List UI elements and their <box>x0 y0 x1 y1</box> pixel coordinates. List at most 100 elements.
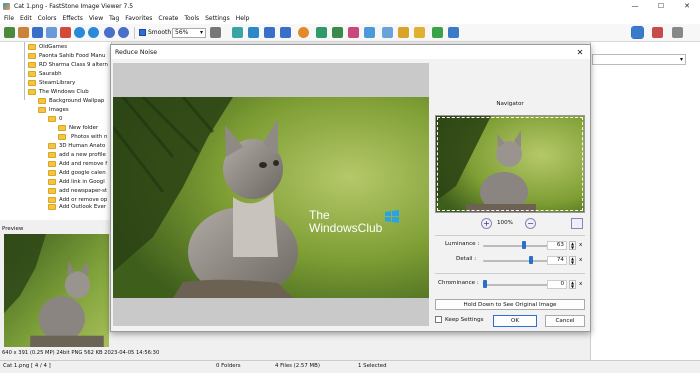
luminance-reset[interactable]: x <box>579 242 582 248</box>
menu-tag[interactable]: Tag <box>109 15 119 22</box>
cancel-button[interactable]: Cancel <box>545 315 585 327</box>
save-icon[interactable] <box>32 27 43 38</box>
close-icon[interactable]: ✕ <box>674 0 700 12</box>
navigator-thumbnail[interactable] <box>435 115 585 213</box>
detail-reset[interactable]: x <box>579 257 582 263</box>
tree-item-new-folder[interactable]: New folder <box>58 123 98 132</box>
preview-info: 640 x 391 (0.25 MP) 24bit PNG 562 KB 202… <box>0 348 200 358</box>
scanner-icon[interactable] <box>432 27 443 38</box>
minimize-icon[interactable]: — <box>622 0 648 12</box>
hand-tool-icon[interactable] <box>210 27 221 38</box>
folder-icon <box>48 160 56 167</box>
browse-icon[interactable] <box>18 27 29 38</box>
wallpaper-icon[interactable] <box>414 27 425 38</box>
zoom-in-icon[interactable] <box>104 27 115 38</box>
slideshow-icon[interactable] <box>398 27 409 38</box>
forward-icon[interactable] <box>88 27 99 38</box>
tree-item-zero[interactable]: 0 <box>48 114 62 123</box>
tree-item-add-link[interactable]: Add link in Googl <box>48 177 105 186</box>
tree-item-outlook[interactable]: Add Outlook Ever <box>48 204 106 210</box>
layout-icon[interactable] <box>631 26 644 39</box>
tree-item-paonta[interactable]: Paonta Sahib Food Manu <box>28 51 105 60</box>
rotate-right-icon[interactable] <box>280 27 291 38</box>
hold-original-button[interactable]: Hold Down to See Original Image <box>435 299 585 310</box>
email-icon[interactable] <box>364 27 375 38</box>
delete-icon[interactable] <box>60 27 71 38</box>
menu-effects[interactable]: Effects <box>62 15 82 22</box>
menu-view[interactable]: View <box>89 15 103 22</box>
smooth-checkbox[interactable] <box>139 29 146 36</box>
menu-edit[interactable]: Edit <box>20 15 32 22</box>
compare-icon[interactable] <box>382 27 393 38</box>
ok-button[interactable]: OK <box>493 315 537 327</box>
effects-icon[interactable] <box>298 27 309 38</box>
chrominance-spinner[interactable]: ▲ ▼ <box>569 280 576 289</box>
folder-icon <box>28 88 36 95</box>
detail-spinner[interactable]: ▲ ▼ <box>569 256 576 265</box>
thumbnail-view-icon[interactable] <box>652 27 663 38</box>
chevron-down-icon: ▾ <box>199 29 203 36</box>
tree-item-windows-club[interactable]: The Windows Club <box>28 87 89 96</box>
batch-icon[interactable] <box>448 27 459 38</box>
tree-item-label: Images <box>49 106 69 113</box>
tree-item-saurabh[interactable]: Saurabh <box>28 69 62 78</box>
menu-create[interactable]: Create <box>158 15 178 22</box>
tree-item-rd-sharma[interactable]: RD Sharma Class 9 altern <box>28 60 108 69</box>
zoom-level: 100% <box>497 220 513 226</box>
settings-view-icon[interactable] <box>672 27 683 38</box>
chrominance-slider[interactable] <box>483 284 549 286</box>
redeye-icon[interactable] <box>332 27 343 38</box>
keep-settings-checkbox[interactable] <box>435 316 442 323</box>
maximize-icon[interactable]: ☐ <box>648 0 674 12</box>
tree-item-add-or-remove[interactable]: Add or remove op <box>48 195 107 204</box>
back-icon[interactable] <box>74 27 85 38</box>
menu-colors[interactable]: Colors <box>38 15 57 22</box>
detail-slider-thumb[interactable] <box>528 256 533 264</box>
reduce-noise-dialog: Reduce Noise ✕ The WindowsClub Navigator… <box>110 44 591 332</box>
detail-value[interactable]: 74 <box>547 256 567 265</box>
draw-icon[interactable] <box>348 27 359 38</box>
menu-tools[interactable]: Tools <box>184 15 199 22</box>
folder-icon <box>38 97 46 104</box>
menu-favorites[interactable]: Favorites <box>125 15 152 22</box>
color-icon[interactable] <box>316 27 327 38</box>
tree-item-oldgames[interactable]: OldGames <box>28 42 67 51</box>
navigator-viewport[interactable] <box>437 117 583 211</box>
tree-item-add-profile[interactable]: add a new profile <box>48 150 106 159</box>
zoom-out-icon[interactable]: − <box>525 218 536 229</box>
menu-settings[interactable]: Settings <box>205 15 230 22</box>
open-icon[interactable] <box>4 27 15 38</box>
luminance-slider[interactable] <box>483 245 549 247</box>
tree-item-images[interactable]: Images <box>38 105 69 114</box>
watermark: The WindowsClub <box>309 209 382 235</box>
tree-item-google-calendar[interactable]: Add google calen <box>48 168 106 177</box>
tree-item-steamlibrary[interactable]: SteamLibrary <box>28 78 75 87</box>
luminance-spinner[interactable]: ▲ ▼ <box>569 241 576 250</box>
chrominance-value[interactable]: 0 <box>547 280 567 289</box>
close-icon[interactable]: ✕ <box>572 46 588 58</box>
chrominance-slider-thumb[interactable] <box>483 280 487 288</box>
zoom-select[interactable]: 56% ▾ <box>172 28 206 38</box>
menu-file[interactable]: File <box>4 15 14 22</box>
tree-item-photos[interactable]: Photos with n <box>58 132 109 141</box>
tree-item-background[interactable]: Background Wallpap <box>38 96 104 105</box>
detail-slider[interactable] <box>483 260 549 262</box>
menu-help[interactable]: Help <box>236 15 250 22</box>
path-combo[interactable]: ▾ <box>592 54 686 65</box>
tree-item-add-remove[interactable]: Add and remove f <box>48 159 107 168</box>
zoom-out-icon[interactable] <box>118 27 129 38</box>
luminance-slider-thumb[interactable] <box>522 241 527 249</box>
tree-item-label: 0 <box>59 115 63 122</box>
tree-item-newspaper[interactable]: add newspaper-st <box>48 186 107 195</box>
crop-icon[interactable] <box>232 27 243 38</box>
resize-icon[interactable] <box>248 27 259 38</box>
fit-window-icon[interactable] <box>571 218 583 229</box>
tree-item-label: OldGames <box>39 43 68 50</box>
luminance-value[interactable]: 63 <box>547 241 567 250</box>
zoom-in-icon[interactable]: + <box>481 218 492 229</box>
print-icon[interactable] <box>46 27 57 38</box>
rotate-left-icon[interactable] <box>264 27 275 38</box>
keep-settings-row[interactable]: Keep Settings <box>435 316 484 323</box>
chrominance-reset[interactable]: x <box>579 281 582 287</box>
tree-item-3d-human[interactable]: 3D Human Anato <box>48 141 105 150</box>
